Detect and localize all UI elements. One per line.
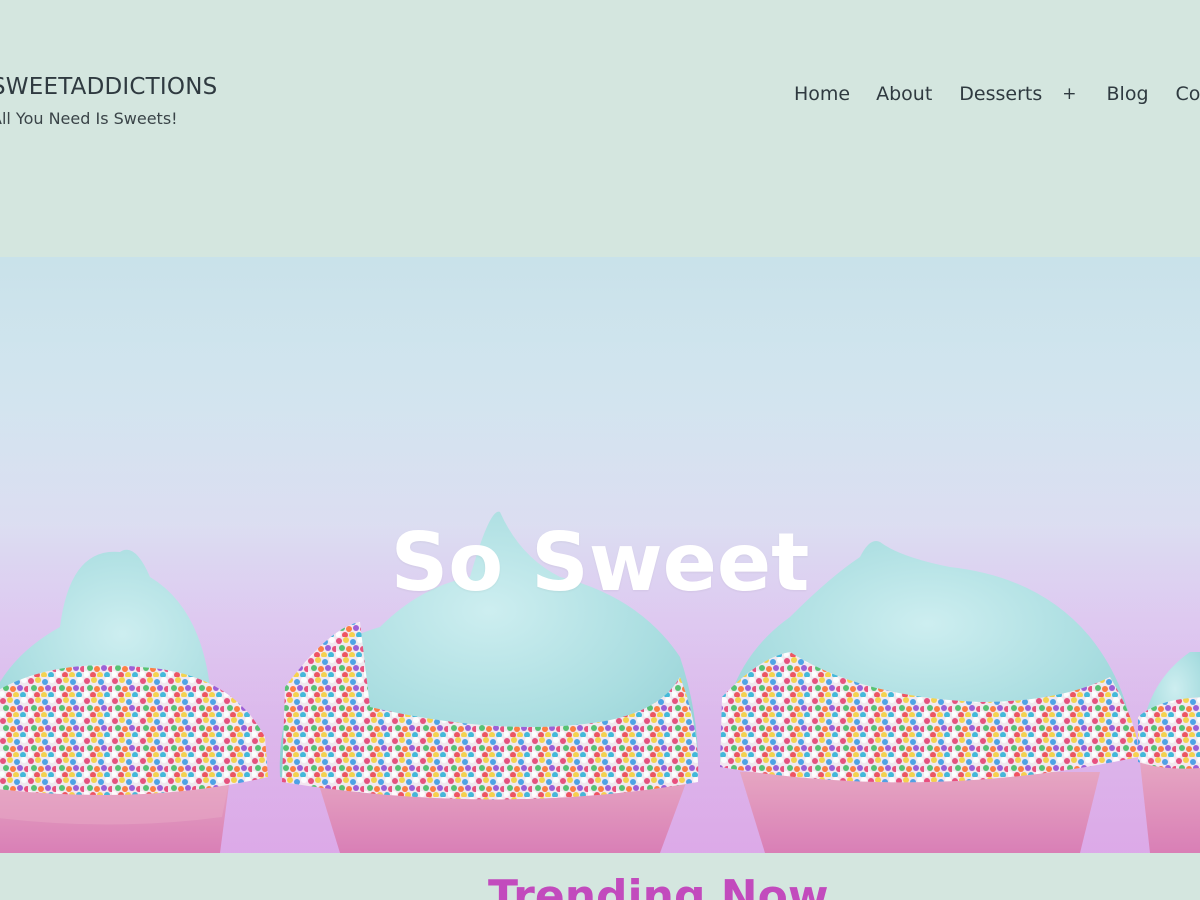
hero-banner: So Sweet — [0, 257, 1200, 853]
site-title[interactable]: SWEETADDICTIONS — [0, 72, 217, 102]
site-branding: SWEETADDICTIONS All You Need Is Sweets! — [0, 72, 217, 130]
site-tagline: All You Need Is Sweets! — [0, 109, 178, 128]
section-heading: Trending Now — [488, 871, 829, 900]
nav-item-desserts[interactable]: Desserts — [959, 80, 1042, 108]
site-header: SWEETADDICTIONS All You Need Is Sweets! … — [0, 0, 1200, 257]
nav-item-blog[interactable]: Blog — [1107, 80, 1149, 108]
page: SWEETADDICTIONS All You Need Is Sweets! … — [0, 0, 1200, 900]
hero-title: So Sweet — [390, 516, 810, 609]
main-navigation: Home About Desserts + Blog Contact — [794, 80, 1200, 108]
nav-item-home[interactable]: Home — [794, 80, 850, 108]
nav-item-about[interactable]: About — [876, 80, 932, 108]
desserts-submenu-toggle-plus-icon[interactable]: + — [1062, 80, 1076, 108]
nav-item-contact[interactable]: Contact — [1176, 80, 1200, 108]
